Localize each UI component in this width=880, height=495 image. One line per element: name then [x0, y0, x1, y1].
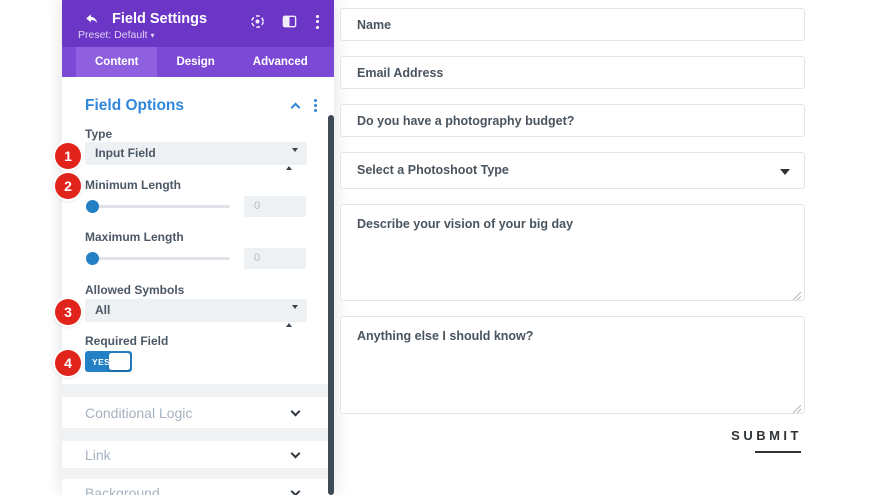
section-title-text: Link: [85, 446, 111, 463]
email-field[interactable]: [340, 56, 805, 89]
header-actions: [250, 14, 321, 29]
field-settings-panel: Field Settings Preset: Default▾ Content: [62, 0, 334, 495]
allowed-symbols-dropdown[interactable]: All: [85, 299, 307, 327]
required-field-toggle[interactable]: YES: [85, 351, 132, 372]
photoshoot-type-select[interactable]: Select a Photoshoot Type: [340, 152, 805, 189]
allowed-symbols-value: All: [95, 303, 111, 317]
min-length-label: Minimum Length: [85, 178, 181, 192]
focus-icon[interactable]: [250, 14, 265, 29]
vision-textarea-wrap: [340, 204, 805, 301]
section-divider: [62, 384, 334, 397]
section-title-text: Background: [85, 485, 160, 495]
resize-handle-icon[interactable]: [792, 288, 802, 300]
max-length-slider[interactable]: [90, 257, 230, 260]
annotation-badge-4: 4: [55, 350, 81, 376]
tab-content[interactable]: Content: [76, 47, 158, 77]
back-icon[interactable]: [83, 12, 100, 27]
photoshoot-type-value: Select a Photoshoot Type: [357, 163, 509, 177]
collapse-section-button[interactable]: [290, 102, 301, 113]
toggle-knob: [109, 353, 130, 370]
field-options-heading: Field Options: [85, 97, 185, 114]
tab-advanced[interactable]: Advanced: [234, 47, 327, 77]
max-length-value-input[interactable]: [244, 248, 306, 269]
chevron-down-icon: [290, 486, 301, 495]
name-field[interactable]: [340, 8, 805, 41]
type-dropdown-value: Input Field: [95, 146, 156, 160]
split-view-icon[interactable]: [282, 14, 297, 29]
preset-caret-icon: ▾: [150, 31, 155, 40]
section-divider: [62, 468, 334, 479]
annotation-badge-2: 2: [55, 173, 81, 199]
tab-design[interactable]: Design: [157, 47, 233, 77]
options-menu-icon[interactable]: [314, 99, 317, 112]
annotation-badge-1: 1: [55, 143, 81, 169]
section-divider: [62, 428, 334, 441]
panel-scrollbar[interactable]: [328, 115, 334, 495]
vision-textarea[interactable]: [341, 205, 804, 300]
annotation-badge-3: 3: [55, 299, 81, 325]
settings-tabs: Content Design Advanced: [62, 47, 334, 77]
anything-else-textarea-wrap: [340, 316, 805, 414]
submit-button[interactable]: SUBMIT: [731, 428, 802, 453]
min-length-slider-knob[interactable]: [86, 200, 99, 213]
max-length-label: Maximum Length: [85, 230, 184, 244]
dropdown-arrow-icon: [780, 169, 790, 175]
min-length-slider[interactable]: [90, 205, 230, 208]
type-dropdown[interactable]: Input Field: [85, 142, 307, 170]
anything-else-textarea[interactable]: [341, 317, 804, 413]
panel-header: Field Settings Preset: Default ▾: [62, 0, 334, 47]
type-label: Type: [85, 127, 113, 141]
select-caret-icon: [286, 305, 298, 328]
select-caret-icon: [286, 148, 298, 171]
preset-selector[interactable]: Preset: Default ▾: [78, 29, 154, 41]
min-length-value-input[interactable]: [244, 196, 306, 217]
panel-title: Field Settings: [112, 11, 208, 27]
resize-handle-icon[interactable]: [792, 401, 802, 413]
contact-form-preview: Select a Photoshoot Type SUBMIT: [340, 0, 805, 495]
toggle-yes-label: YES: [92, 357, 111, 367]
chevron-down-icon: [290, 406, 301, 416]
chevron-down-icon: [290, 448, 301, 458]
section-background[interactable]: Background: [62, 479, 334, 495]
screen: Field Settings Preset: Default▾ Content: [0, 0, 880, 495]
submit-label: SUBMIT: [731, 428, 802, 443]
submit-underline: [755, 451, 801, 453]
max-length-slider-knob[interactable]: [86, 252, 99, 265]
kebab-menu-icon[interactable]: [314, 14, 321, 29]
section-title-text: Conditional Logic: [85, 404, 193, 421]
required-field-label: Required Field: [85, 334, 169, 348]
section-link[interactable]: Link: [62, 441, 334, 468]
section-conditional-logic[interactable]: Conditional Logic: [62, 397, 334, 428]
allowed-symbols-label: Allowed Symbols: [85, 283, 185, 297]
chevron-up-icon: [290, 102, 301, 113]
budget-field[interactable]: [340, 104, 805, 137]
